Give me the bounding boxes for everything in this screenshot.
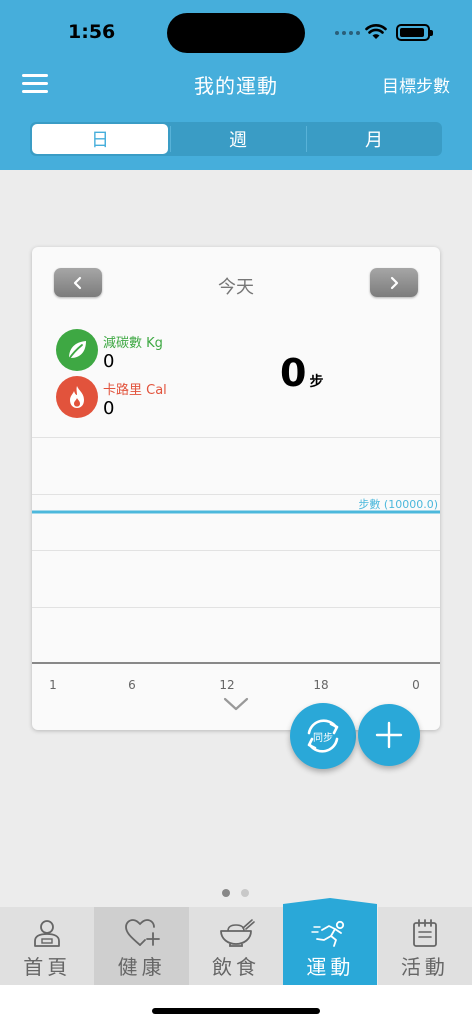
x-tick-label: 1 [49, 678, 57, 692]
bottom-tab-bar: 首頁 健康 飲食 運動 活動 [0, 907, 472, 985]
segment-day[interactable]: 日 [32, 124, 168, 154]
status-bar: 1:56 [0, 0, 472, 60]
page-dot[interactable] [241, 889, 249, 897]
bowl-icon [220, 919, 255, 947]
steps-chart: 步數 (10000.0) 1 6 12 18 0 [32, 437, 440, 697]
wifi-icon [365, 24, 387, 39]
page-dot[interactable] [222, 889, 230, 897]
steps-unit: 步 [309, 374, 324, 390]
tab-diet[interactable]: 飲食 [188, 907, 284, 985]
carbon-label: 減碳數 Kg [103, 336, 163, 351]
steps-chart-svg [32, 437, 440, 664]
x-tick-label: 0 [412, 678, 420, 692]
app-header: 1:56 我的運動 目標步數 日 週 月 [0, 0, 472, 170]
target-line-label: 步數 (10000.0) [358, 498, 438, 511]
plus-icon [375, 721, 403, 749]
chevron-right-icon [390, 276, 399, 289]
sync-label: 同步 [313, 732, 333, 744]
flame-icon [56, 376, 98, 418]
x-tick-label: 18 [313, 678, 329, 692]
page-indicator [222, 889, 249, 897]
tab-home[interactable]: 首頁 [0, 907, 95, 985]
steps-display: 0步 [280, 351, 323, 395]
next-day-button[interactable] [370, 268, 418, 297]
home-indicator-area [0, 985, 472, 1024]
cellular-signal-icon [335, 31, 360, 35]
tab-label: 活動 [400, 955, 449, 979]
tab-health[interactable]: 健康 [94, 907, 189, 985]
x-tick-label: 6 [128, 678, 136, 692]
carbon-value: 0 [103, 351, 115, 372]
heart-plus-icon [124, 919, 160, 946]
chevron-down-icon[interactable] [222, 695, 250, 713]
tab-events[interactable]: 活動 [377, 907, 472, 985]
activity-card: 今天 減碳數 Kg 0 卡路里 Cal 0 0步 步數 (10000.0) 16… [32, 247, 440, 730]
home-indicator[interactable] [152, 1008, 320, 1014]
x-tick-label: 12 [219, 678, 235, 692]
period-segmented-control: 日 週 月 [30, 122, 442, 156]
segment-week[interactable]: 週 [170, 122, 306, 156]
add-button[interactable] [358, 704, 420, 766]
tab-exercise[interactable]: 運動 [283, 907, 377, 985]
person-icon [34, 920, 61, 947]
calorie-value: 0 [103, 398, 115, 419]
goal-steps-button[interactable]: 目標步數 [382, 72, 450, 97]
tab-label: 健康 [117, 955, 166, 979]
leaf-icon [56, 329, 98, 371]
calorie-label: 卡路里 Cal [103, 383, 167, 398]
status-time: 1:56 [68, 21, 116, 43]
sync-button[interactable]: 同步 [290, 703, 356, 769]
calendar-icon [412, 919, 437, 947]
running-icon [311, 920, 345, 947]
tab-label: 運動 [306, 955, 355, 979]
dynamic-island [167, 13, 305, 53]
nav-bar: 我的運動 目標步數 [0, 60, 472, 110]
steps-count: 0 [280, 351, 307, 395]
segment-month[interactable]: 月 [306, 122, 442, 156]
tab-label: 首頁 [23, 955, 72, 979]
tab-label: 飲食 [212, 955, 261, 979]
battery-icon [396, 24, 433, 41]
